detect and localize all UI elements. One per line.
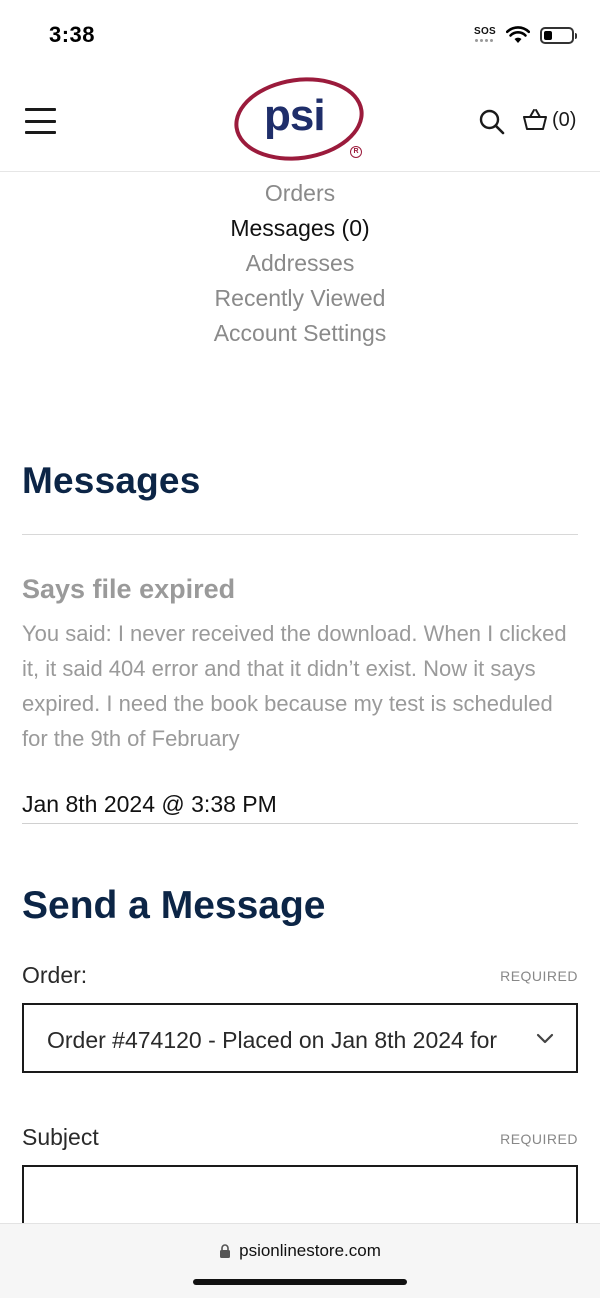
- order-select[interactable]: Order #474120 - Placed on Jan 8th 2024 f…: [22, 1003, 578, 1073]
- message-subject: Says file expired: [22, 574, 236, 604]
- order-required-label: REQUIRED: [500, 968, 578, 984]
- lock-icon: [220, 1244, 231, 1258]
- divider: [22, 534, 578, 535]
- basket-icon: [523, 109, 547, 130]
- psi-logo[interactable]: psi R: [228, 69, 370, 169]
- nav-account-settings[interactable]: Account Settings: [0, 316, 600, 351]
- order-select-value: Order #474120 - Placed on Jan 8th 2024 f…: [47, 1027, 498, 1053]
- subject-required-label: REQUIRED: [500, 1131, 578, 1147]
- nav-orders[interactable]: Orders: [0, 176, 600, 211]
- nav-addresses[interactable]: Addresses: [0, 246, 600, 281]
- url-text: psionlinestore.com: [239, 1241, 381, 1260]
- message-date: Jan 8th 2024 @ 3:38 PM: [22, 791, 277, 817]
- menu-icon[interactable]: [25, 108, 56, 134]
- account-nav: Orders Messages (0) Addresses Recently V…: [0, 176, 600, 351]
- status-bar: 3:38 SOS: [0, 0, 600, 70]
- browser-address-bar[interactable]: psionlinestore.com: [0, 1223, 600, 1298]
- site-header: psi R (0): [0, 69, 600, 172]
- sos-indicator: SOS: [474, 24, 496, 46]
- search-icon[interactable]: [478, 108, 506, 136]
- subject-label: Subject: [22, 1124, 99, 1150]
- chevron-down-icon: [536, 1033, 554, 1044]
- battery-icon: [540, 26, 577, 44]
- status-indicators: SOS: [474, 24, 577, 46]
- page-title: Messages: [22, 460, 201, 501]
- divider: [22, 823, 578, 824]
- home-indicator[interactable]: [193, 1279, 407, 1285]
- nav-messages[interactable]: Messages (0): [0, 211, 600, 246]
- sos-label: SOS: [474, 26, 497, 37]
- nav-recently-viewed[interactable]: Recently Viewed: [0, 281, 600, 316]
- send-message-title: Send a Message: [22, 884, 326, 927]
- wifi-icon: [506, 26, 530, 43]
- order-label: Order:: [22, 962, 88, 988]
- cart-count: (0): [552, 108, 577, 131]
- logo-text: psi: [264, 91, 326, 140]
- message-body: You said: I never received the download.…: [22, 621, 567, 751]
- status-time: 3:38: [49, 22, 96, 47]
- cart-button[interactable]: (0): [522, 108, 576, 132]
